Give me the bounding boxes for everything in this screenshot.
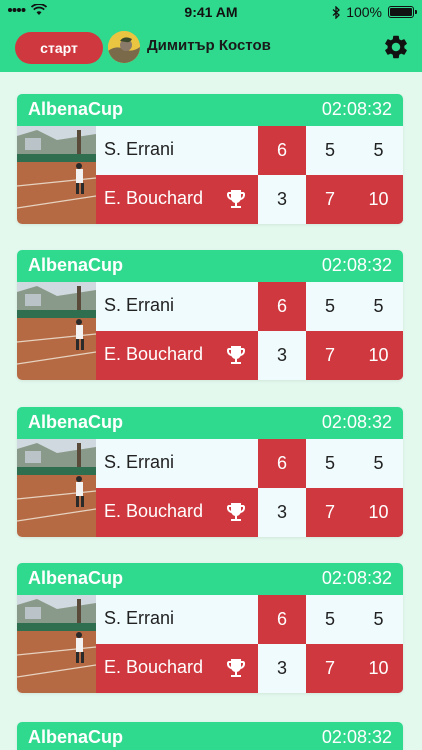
player-name: S. Errani	[104, 608, 175, 628]
trophy-icon	[227, 190, 245, 208]
set-score: 3	[258, 331, 306, 380]
match-photo	[17, 282, 96, 380]
set-score: 6	[258, 439, 306, 488]
set-score: 7	[306, 644, 354, 693]
player-name: E. Bouchard	[104, 501, 204, 521]
avatar[interactable]	[108, 31, 140, 63]
set-score: 5	[306, 595, 354, 644]
tournament-name: AlbenaCup	[28, 412, 124, 432]
set-score: 5	[306, 126, 354, 175]
set-score: 5	[306, 282, 354, 331]
gear-icon[interactable]	[382, 33, 410, 61]
player-row: E. Bouchard 3 7 10	[96, 175, 403, 224]
player-name: S. Errani	[104, 295, 175, 315]
app-header: 9:41 AM 100% старт Димитър Костов	[0, 0, 422, 72]
bluetooth-icon	[332, 5, 341, 19]
status-bar: 9:41 AM 100%	[0, 0, 422, 24]
player-row: E. Bouchard 3 7 10	[96, 488, 403, 537]
match-time: 02:08:32	[321, 568, 392, 588]
status-right: 100%	[332, 4, 417, 20]
set-score: 6	[258, 282, 306, 331]
card-header: AlbenaCup 02:08:32	[17, 407, 403, 439]
match-time: 02:08:32	[321, 255, 392, 275]
set-score: 5	[306, 439, 354, 488]
set-score: 7	[306, 175, 354, 224]
set-score: 5	[354, 439, 403, 488]
match-card[interactable]: AlbenaCup 02:08:32 S. Errani 6 5 5 E. Bo…	[17, 250, 403, 380]
set-score: 3	[258, 644, 306, 693]
set-score: 10	[354, 331, 403, 380]
card-header: AlbenaCup 02:08:32	[17, 563, 403, 595]
set-score: 10	[354, 488, 403, 537]
match-photo	[17, 126, 96, 224]
match-time: 02:08:32	[321, 412, 392, 432]
match-card[interactable]: AlbenaCup 02:08:32 S. Errani 6 5 5 E. Bo…	[17, 563, 403, 693]
trophy-icon	[227, 503, 245, 521]
tournament-name: AlbenaCup	[28, 255, 124, 275]
tournament-name: AlbenaCup	[28, 727, 124, 747]
match-card[interactable]: AlbenaCup 02:08:32	[17, 722, 403, 750]
trophy-icon	[227, 659, 245, 677]
player-row: S. Errani 6 5 5	[96, 126, 403, 175]
set-score: 6	[258, 126, 306, 175]
set-score: 7	[306, 488, 354, 537]
battery-percent: 100%	[346, 4, 382, 20]
player-name: E. Bouchard	[104, 188, 204, 208]
player-name: S. Errani	[104, 139, 175, 159]
user-name[interactable]: Димитър Костов	[147, 37, 271, 54]
trophy-icon	[227, 346, 245, 364]
set-score: 5	[354, 282, 403, 331]
player-row: E. Bouchard 3 7 10	[96, 331, 403, 380]
set-score: 7	[306, 331, 354, 380]
set-score: 10	[354, 175, 403, 224]
match-card[interactable]: AlbenaCup 02:08:32 S. Errani 6 5 5 E. Bo…	[17, 94, 403, 224]
player-row: S. Errani 6 5 5	[96, 282, 403, 331]
set-score: 3	[258, 175, 306, 224]
card-header: AlbenaCup 02:08:32	[17, 94, 403, 126]
player-row: E. Bouchard 3 7 10	[96, 644, 403, 693]
match-photo	[17, 595, 96, 693]
set-score: 5	[354, 595, 403, 644]
match-time: 02:08:32	[321, 727, 392, 747]
player-name: S. Errani	[104, 452, 175, 472]
match-card[interactable]: AlbenaCup 02:08:32 S. Errani 6 5 5 E. Bo…	[17, 407, 403, 537]
player-name: E. Bouchard	[104, 657, 204, 677]
match-time: 02:08:32	[321, 99, 392, 119]
battery-icon	[388, 6, 417, 18]
card-header: AlbenaCup 02:08:32	[17, 722, 403, 750]
tournament-name: AlbenaCup	[28, 568, 124, 588]
set-score: 5	[354, 126, 403, 175]
start-button[interactable]: старт	[15, 32, 103, 64]
set-score: 3	[258, 488, 306, 537]
player-row: S. Errani 6 5 5	[96, 595, 403, 644]
set-score: 6	[258, 595, 306, 644]
player-name: E. Bouchard	[104, 344, 204, 364]
match-photo	[17, 439, 96, 537]
set-score: 10	[354, 644, 403, 693]
tournament-name: AlbenaCup	[28, 99, 124, 119]
player-row: S. Errani 6 5 5	[96, 439, 403, 488]
card-header: AlbenaCup 02:08:32	[17, 250, 403, 282]
